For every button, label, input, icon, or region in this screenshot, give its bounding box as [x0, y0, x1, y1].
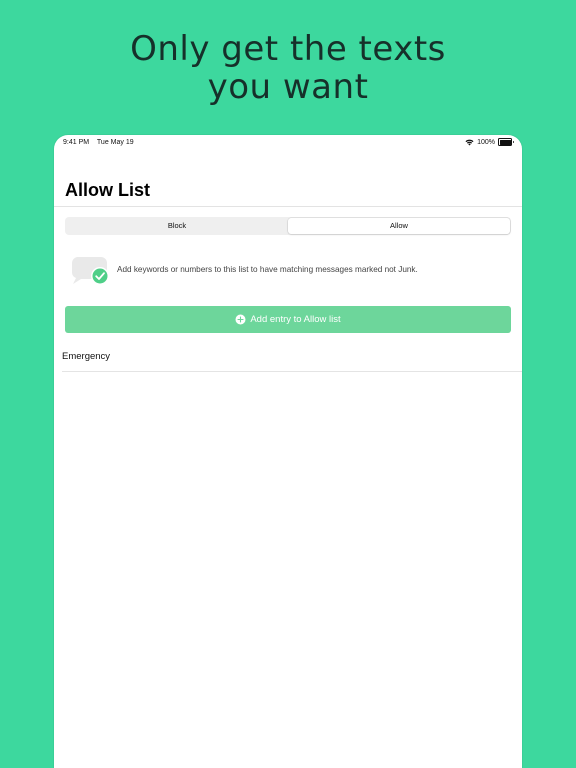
headline-line-2: you want: [207, 67, 369, 107]
wifi-icon: [465, 139, 474, 145]
status-time: 9:41 PM: [63, 139, 90, 146]
page-title: Allow List: [65, 180, 150, 200]
add-entry-label: Add entry to Allow list: [250, 314, 341, 325]
status-bar: 9:41 PM Tue May 19 100%: [54, 135, 522, 151]
info-row: Add keywords or numbers to this list to …: [71, 255, 511, 287]
battery-percent: 100%: [477, 138, 495, 146]
ipad-screen: 9:41 PM Tue May 19 100% Allow List Block…: [54, 135, 522, 768]
status-date: Tue May 19: [96, 139, 134, 146]
block-allow-segmented-control: Block Allow: [65, 217, 511, 235]
message-check-icon: [71, 257, 109, 285]
list-item[interactable]: Emergency: [62, 346, 522, 372]
status-left: 9:41 PM Tue May 19: [63, 139, 140, 146]
nav-divider: [54, 206, 522, 207]
app-store-screenshot: Only get the texts you want 9:41 PM Tue …: [0, 0, 576, 768]
allow-list: Emergency: [62, 346, 522, 372]
add-entry-button[interactable]: Add entry to Allow list: [65, 306, 511, 333]
battery-fill: [499, 139, 511, 145]
plus-circle-icon: [235, 314, 246, 325]
headline-line-1: Only get the texts: [130, 29, 446, 69]
battery-icon: [498, 138, 514, 146]
segment-allow[interactable]: Allow: [288, 218, 510, 234]
status-right: 100%: [465, 138, 514, 146]
segment-block[interactable]: Block: [66, 218, 288, 234]
marketing-headline: Only get the texts you want: [0, 30, 576, 106]
info-description: Add keywords or numbers to this list to …: [117, 265, 418, 274]
